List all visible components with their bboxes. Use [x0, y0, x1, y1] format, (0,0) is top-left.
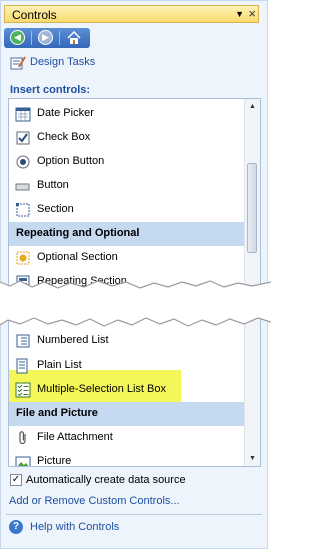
button-icon: [15, 183, 30, 191]
list-item-label: Plain List: [37, 359, 82, 371]
torn-edge-graphic: [0, 280, 271, 327]
category-label: Repeating and Optional: [16, 227, 140, 239]
scroll-thumb[interactable]: [247, 163, 257, 253]
category-header: Repeating and Optional: [9, 222, 246, 246]
nav-separator: [31, 31, 32, 45]
list-item-date-picker[interactable]: Date Picker: [9, 102, 246, 126]
list-item-label: Button: [37, 179, 69, 191]
scroll-up-arrow-icon[interactable]: ▲: [245, 99, 260, 114]
list-item-label: Check Box: [37, 131, 91, 143]
forward-arrow-icon[interactable]: ▶: [38, 30, 53, 45]
list-item-option-button[interactable]: Option Button: [9, 150, 246, 174]
insert-controls-label: Insert controls:: [10, 84, 91, 96]
list-item-label: Multiple-Selection List Box: [37, 383, 167, 395]
checkbox-icon: [16, 131, 30, 145]
design-tasks-label: Design Tasks: [30, 56, 96, 68]
paperclip-icon: [19, 431, 26, 445]
home-icon[interactable]: [66, 30, 82, 46]
auto-create-label: Automatically create data source: [26, 474, 186, 486]
nav-toolbar: ◀ ▶: [4, 28, 90, 48]
calendar-icon: [15, 107, 31, 122]
chevron-down-icon[interactable]: ▼: [235, 9, 244, 19]
list-item-file-attachment[interactable]: File Attachment: [9, 426, 246, 450]
help-icon: ?: [9, 520, 23, 534]
optional-section-icon: [16, 251, 30, 265]
list-item-label: Optional Section: [37, 251, 118, 263]
pane-title-bar[interactable]: Controls ▼ ×: [4, 5, 259, 23]
back-arrow-icon[interactable]: ◀: [10, 30, 25, 45]
auto-create-checkbox[interactable]: ✓: [10, 474, 22, 486]
separator: [6, 514, 262, 515]
picture-icon: [15, 456, 31, 466]
multi-select-list-icon: [15, 382, 31, 398]
plain-list-icon: [16, 358, 28, 374]
category-header: File and Picture: [9, 402, 246, 426]
list-item-section[interactable]: Section: [9, 198, 246, 222]
list-item-label: Date Picker: [37, 107, 94, 119]
design-tasks-icon: [10, 56, 26, 70]
section-icon: [16, 203, 30, 217]
list-item-label: Section: [37, 203, 74, 215]
pane-title: Controls: [12, 8, 57, 22]
radio-icon: [16, 155, 30, 169]
help-label: Help with Controls: [30, 521, 120, 533]
nav-separator: [59, 31, 60, 45]
list-item-optional-section[interactable]: Optional Section: [9, 246, 246, 270]
list-item-plain-list[interactable]: Plain List: [9, 354, 246, 378]
list-item-label: Picture: [37, 455, 72, 467]
scroll-down-arrow-icon[interactable]: ▼: [245, 451, 260, 466]
list-item-button[interactable]: Button: [9, 174, 246, 198]
list-item-label: File Attachment: [37, 431, 113, 443]
category-label: File and Picture: [16, 407, 98, 419]
list-item-multi-select-list-box[interactable]: Multiple-Selection List Box: [9, 378, 246, 402]
close-icon[interactable]: ×: [248, 6, 256, 21]
list-item-label: Option Button: [37, 155, 105, 167]
list-item-picture[interactable]: Picture: [9, 450, 246, 467]
list-item-check-box[interactable]: Check Box: [9, 126, 246, 150]
add-remove-controls-link[interactable]: Add or Remove Custom Controls...: [9, 495, 180, 507]
